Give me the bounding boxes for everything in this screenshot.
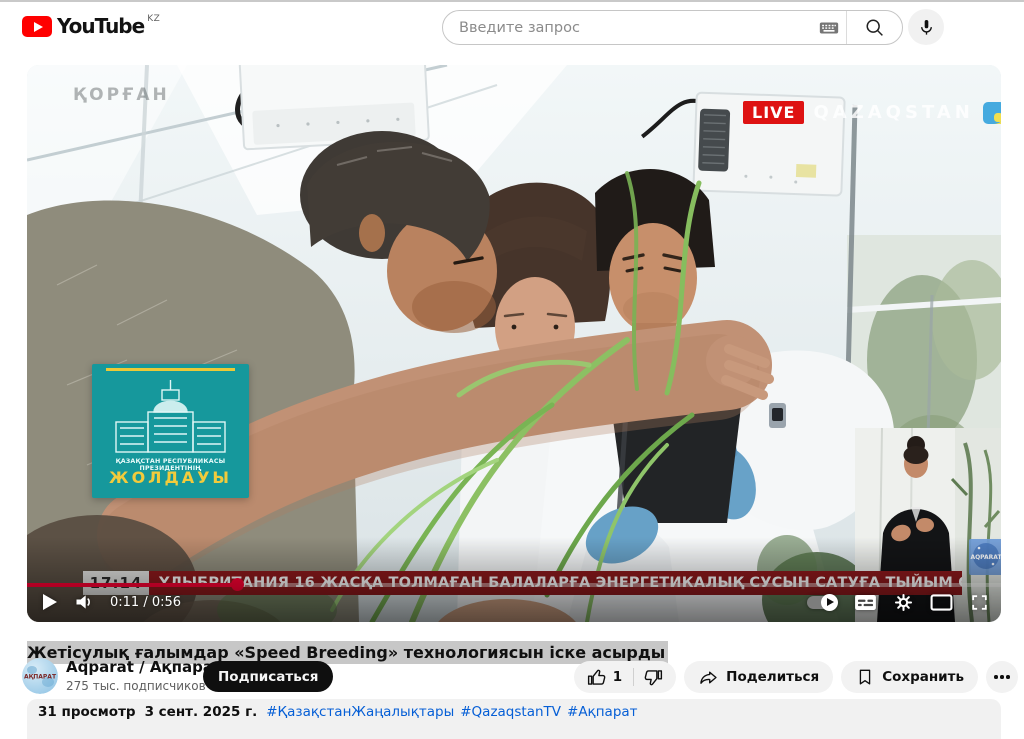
- keyboard-icon[interactable]: [812, 11, 846, 44]
- youtube-logo[interactable]: YouTube KZ: [22, 14, 160, 39]
- share-icon: [698, 667, 719, 688]
- search-button[interactable]: [847, 11, 902, 44]
- svg-text:АҚПАРАТ: АҚПАРАТ: [24, 674, 57, 681]
- subtitles-button[interactable]: [854, 594, 877, 611]
- bookmark-icon: [855, 667, 875, 687]
- hashtag-link[interactable]: #ҚазақстанЖаңалықтары: [266, 704, 454, 720]
- channel-subscribers: 275 тыс. подписчиков: [66, 679, 206, 693]
- dislike-icon[interactable]: [643, 667, 664, 688]
- president-address-card: ҚАЗАҚСТАН РЕСПУБЛИКАСЫ ПРЕЗИДЕНТІНІҢ ЖОЛ…: [92, 364, 249, 498]
- channel-watermark: ҚОРҒАН: [73, 85, 170, 105]
- search-icon: [864, 17, 885, 38]
- live-badge: LIVE: [743, 101, 804, 124]
- hashtag-link[interactable]: #QazaqstanTV: [460, 704, 561, 720]
- more-actions-button[interactable]: [986, 661, 1018, 693]
- youtube-logo-text: YouTube: [57, 14, 144, 39]
- microphone-icon: [917, 18, 936, 37]
- hashtag-list: #ҚазақстанЖаңалықтары #QazaqstanTV #Ақпа…: [266, 704, 637, 720]
- channel-avatar[interactable]: АҚПАРАТ: [22, 658, 58, 694]
- pill-divider: [633, 668, 634, 686]
- theater-mode-button[interactable]: [930, 594, 953, 611]
- youtube-region-label: KZ: [147, 14, 160, 24]
- live-broadcast-bug: LIVE QAZAQSTAN HD: [743, 101, 1001, 124]
- video-player[interactable]: AQPARAT ҚОРҒАН LIVE QAZAQSTAN HD ҚАЗА: [27, 65, 1001, 622]
- aqparat-watermark: AQPARAT: [969, 539, 1001, 575]
- search-input[interactable]: [443, 20, 812, 36]
- svg-text:AQPARAT: AQPARAT: [970, 554, 1001, 561]
- description-meta-row: 31 просмотр 3 сент. 2025 г. #ҚазақстанЖа…: [38, 704, 638, 720]
- view-count: 31 просмотр: [38, 704, 136, 720]
- voice-search-button[interactable]: [908, 9, 944, 45]
- publish-date: 3 сент. 2025 г.: [145, 704, 258, 720]
- progress-bar-played: [27, 583, 238, 587]
- like-icon[interactable]: [586, 667, 607, 688]
- broadcaster-name: QAZAQSTAN: [813, 102, 973, 123]
- description-box[interactable]: 31 просмотр 3 сент. 2025 г. #ҚазақстанЖа…: [27, 699, 1001, 739]
- address-card-title: ЖОЛДАУЫ: [92, 468, 249, 487]
- share-button[interactable]: Поделиться: [684, 661, 833, 693]
- action-bar: 1 Поделиться Сохранить: [574, 661, 1018, 693]
- akorda-palace-illustration: [110, 378, 231, 456]
- player-controls: 0:11 / 0:56: [41, 587, 989, 617]
- search-bar: [442, 10, 903, 45]
- qazaqstan-tv-logo: [983, 102, 1001, 124]
- card-gold-line: [106, 368, 235, 371]
- subscribe-button[interactable]: Подписаться: [203, 661, 333, 692]
- volume-button[interactable]: [74, 593, 94, 611]
- fullscreen-button[interactable]: [970, 593, 989, 612]
- like-count: 1: [613, 669, 622, 685]
- like-dislike-pill: 1: [574, 661, 676, 693]
- youtube-header: YouTube KZ: [0, 2, 1024, 56]
- settings-button[interactable]: [894, 593, 913, 612]
- video-frame: AQPARAT: [27, 65, 1001, 622]
- time-display: 0:11 / 0:56: [110, 595, 181, 610]
- play-button[interactable]: [41, 593, 58, 611]
- save-button[interactable]: Сохранить: [841, 661, 978, 693]
- autoplay-toggle[interactable]: [807, 596, 837, 609]
- hashtag-link[interactable]: #Ақпарат: [567, 704, 638, 720]
- youtube-play-icon: [22, 16, 52, 37]
